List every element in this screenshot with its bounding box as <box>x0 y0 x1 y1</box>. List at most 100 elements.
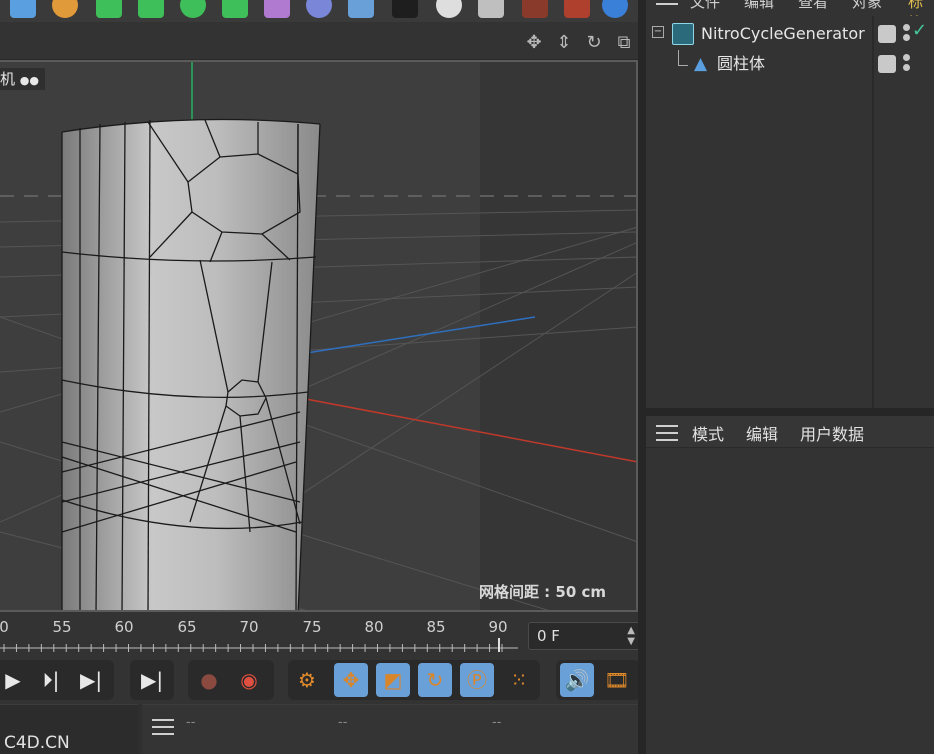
cloner-icon[interactable] <box>180 0 206 18</box>
keyframe-selection-icon[interactable]: ⚙ <box>290 663 324 697</box>
tick-label: 90 <box>488 618 508 636</box>
menu-icon[interactable] <box>152 719 174 735</box>
deformer-icon[interactable] <box>264 0 290 18</box>
attribute-manager-header: 模式 编辑 用户数据 <box>646 416 934 448</box>
rotate-view-icon[interactable]: ↻ <box>583 32 605 54</box>
viewport-header: ✥ ⇕ ↻ ⧉ <box>0 22 644 60</box>
coordinates-panel: -- -- -- <box>142 704 640 754</box>
menu-edit[interactable]: 编辑 <box>744 0 774 12</box>
visibility-toggle-icon[interactable] <box>878 25 896 43</box>
tree-row-generator[interactable]: − NitroCycleGenerator <box>646 20 874 48</box>
menu-file[interactable]: 文件 <box>690 0 720 12</box>
panel-separator[interactable] <box>646 408 934 416</box>
visibility-toggle-icon[interactable] <box>878 55 896 73</box>
film-icon[interactable]: 🎞 <box>600 663 634 697</box>
camera-label-text: 机 <box>0 70 16 88</box>
dolly-view-icon[interactable]: ⇕ <box>553 32 575 54</box>
panel-divider[interactable] <box>638 0 646 754</box>
viewport-scene <box>0 62 636 613</box>
attribute-manager-body <box>646 448 934 754</box>
scale-key-icon[interactable]: ◩ <box>376 663 410 697</box>
next-frame-icon[interactable]: ⏵| <box>34 663 68 697</box>
menu-view[interactable]: 查看 <box>798 0 828 12</box>
object-name[interactable]: NitroCycleGenerator <box>701 20 865 48</box>
tick-label: 0 <box>0 618 9 636</box>
render-region-icon[interactable] <box>478 0 504 18</box>
timeline[interactable]: 0 55 60 65 70 75 80 85 90 0 F ▲ ▼ <box>0 612 644 656</box>
play-icon[interactable]: ▶ <box>0 663 30 697</box>
material-icon[interactable] <box>522 0 548 18</box>
current-frame-value: 0 F <box>537 627 560 645</box>
tab-mode[interactable]: 模式 <box>692 421 724 445</box>
camera-icon: ●● <box>19 74 39 87</box>
cube-icon[interactable] <box>10 0 36 18</box>
close-icon[interactable] <box>564 0 590 18</box>
menu-object[interactable]: 对象 <box>852 0 882 12</box>
next-key-icon[interactable]: ▶| <box>74 663 108 697</box>
parameter-key-icon[interactable]: Ⓟ <box>460 663 494 697</box>
tab-edit[interactable]: 编辑 <box>746 421 778 445</box>
tick-label: 55 <box>52 618 72 636</box>
enabled-check-icon[interactable]: ✓ <box>912 20 927 41</box>
cylinder-object-icon: ▲ <box>694 54 708 74</box>
tick-label: 60 <box>114 618 134 636</box>
collapse-icon[interactable]: − <box>652 26 664 38</box>
playback-group: ▶ ⏵| ▶| <box>0 660 114 700</box>
field-icon[interactable] <box>306 0 332 18</box>
plugin-badge-icon[interactable] <box>602 0 628 18</box>
camera-label[interactable]: 机 ●● <box>0 68 45 90</box>
position-key-icon[interactable]: ✥ <box>334 663 368 697</box>
autokey-icon[interactable]: ◉ <box>232 663 266 697</box>
coord-placeholder: -- <box>186 715 196 730</box>
c4d-window: ✥ ⇕ ↻ ⧉ 机 ●● 网格间距: 50 cm 0 55 60 65 70 … <box>0 0 934 754</box>
sound-group: 🔊 🎞 <box>556 660 640 700</box>
material-panel: C4D.CN <box>0 704 138 754</box>
timeline-ruler[interactable]: 0 55 60 65 70 75 80 85 90 <box>0 612 518 656</box>
end-group: ▶| <box>130 660 174 700</box>
tree-row-cylinder[interactable]: ▲ 圆柱体 <box>646 50 874 78</box>
extrude-icon[interactable] <box>138 0 164 18</box>
subdivision-icon[interactable] <box>96 0 122 18</box>
rotation-key-icon[interactable]: ↻ <box>418 663 452 697</box>
object-tree: − NitroCycleGenerator ▲ 圆柱体 ✓ <box>646 16 934 408</box>
record-group: ● ◉ <box>188 660 274 700</box>
sound-icon[interactable]: 🔊 <box>560 663 594 697</box>
object-name[interactable]: 圆柱体 <box>717 50 765 78</box>
menu-icon[interactable] <box>656 425 678 441</box>
tick-label: 85 <box>426 618 446 636</box>
watermark: C4D.CN <box>4 733 70 753</box>
move-view-icon[interactable]: ✥ <box>523 32 545 54</box>
object-manager-menubar: 文件 编辑 查看 对象 标签 <box>646 0 934 16</box>
light-icon[interactable] <box>436 0 462 18</box>
record-disabled-icon[interactable]: ● <box>192 663 226 697</box>
go-to-end-icon[interactable]: ▶| <box>135 663 169 697</box>
floor-icon[interactable] <box>348 0 374 18</box>
tick-label: 65 <box>177 618 197 636</box>
camera-icon[interactable] <box>392 0 418 18</box>
point-level-icon[interactable]: ⁙ <box>502 663 536 697</box>
spline-pen-icon[interactable] <box>52 0 78 18</box>
playhead[interactable] <box>498 638 500 652</box>
current-frame-field[interactable]: 0 F ▲ ▼ <box>528 622 640 650</box>
grid-spacing-label: 网格间距 : 50 cm <box>478 583 606 601</box>
spinner-arrows-icon[interactable]: ▲ ▼ <box>627 625 635 647</box>
cylinder-object[interactable] <box>61 118 321 613</box>
tick-label: 80 <box>364 618 384 636</box>
coord-placeholder: -- <box>492 715 502 730</box>
tab-user-data[interactable]: 用户数据 <box>800 421 864 445</box>
main-toolbar <box>0 0 644 22</box>
editor-render-dots-icon[interactable] <box>903 54 911 74</box>
tick-label: 75 <box>302 618 322 636</box>
coord-placeholder: -- <box>338 715 348 730</box>
3d-viewport[interactable]: 机 ●● 网格间距 : 50 cm <box>0 60 638 612</box>
transport-bar: ▶ ⏵| ▶| ▶| ● ◉ ⚙ ✥ ◩ ↻ Ⓟ ⁙ 🔊 🎞 <box>0 656 644 704</box>
maximize-view-icon[interactable]: ⧉ <box>613 32 635 54</box>
tree-connector <box>678 50 688 66</box>
key-tools-group: ⚙ ✥ ◩ ↻ Ⓟ ⁙ <box>288 660 540 700</box>
menu-icon[interactable] <box>656 0 678 12</box>
menu-tag[interactable]: 标签 <box>908 0 934 16</box>
tick-label: 70 <box>239 618 259 636</box>
generator-object-icon <box>672 23 694 45</box>
editor-render-dots-icon[interactable] <box>903 24 911 44</box>
mograph-icon[interactable] <box>222 0 248 18</box>
